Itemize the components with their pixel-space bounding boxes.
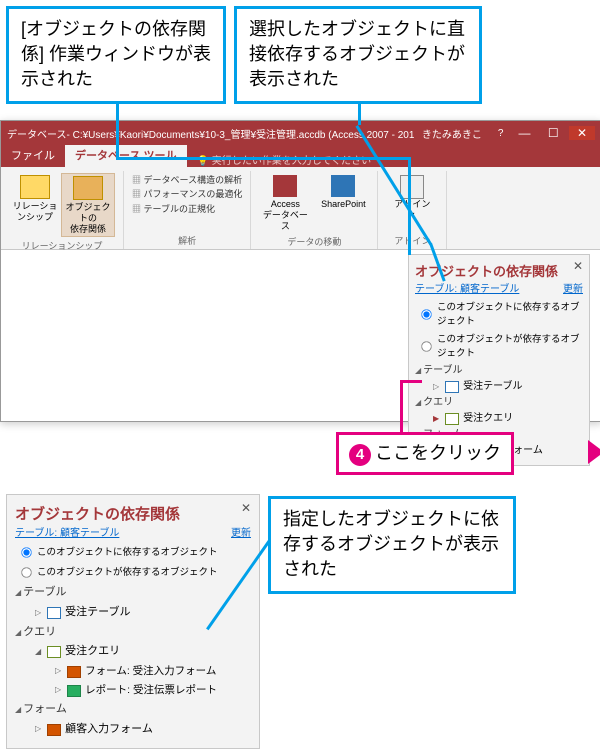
taskpane-close-icon[interactable]: ✕	[573, 259, 583, 273]
taskpane-title: オブジェクトの依存関係	[15, 503, 251, 524]
step-text: ここをクリック	[375, 443, 501, 463]
move-access-button[interactable]: Access データベース	[259, 173, 311, 233]
analyze-normalize[interactable]: テーブルの正規化	[132, 202, 242, 216]
taskpane-refresh-link[interactable]: 更新	[231, 524, 251, 539]
form-icon	[67, 666, 81, 678]
radio-input-1[interactable]	[21, 547, 31, 557]
query-icon	[445, 413, 459, 425]
step-callout-4: 4ここをクリック	[336, 432, 514, 475]
ribbon-tabstrip: ファイル データベース ツール 💡 実行したい作業を入力してください	[1, 145, 600, 167]
taskpane-object-link[interactable]: テーブル: 顧客テーブル	[415, 284, 519, 295]
radio-depends-on-this[interactable]: このオブジェクトに依存するオブジェクト	[15, 543, 251, 559]
taskpane-close-icon[interactable]: ✕	[241, 501, 251, 515]
callout-leader-1b	[116, 157, 411, 160]
dependency-tree-expanded: ◢テーブル ▷受注テーブル ◢クエリ ◢受注クエリ ▷フォーム: 受注入力フォー…	[15, 583, 251, 740]
ribbon-group-addin: アドイン ▾ アドイン	[378, 171, 447, 249]
tree-item-form[interactable]: ▷顧客入力フォーム	[35, 720, 251, 740]
tree-category-form: ◢フォーム	[15, 700, 251, 720]
taskpane-object-link[interactable]: テーブル: 顧客テーブル	[15, 528, 119, 539]
form-icon	[47, 724, 61, 736]
group-label-move: データの移動	[287, 235, 341, 248]
ribbon-group-analyze: データベース構造の解析 パフォーマンスの最適化 テーブルの正規化 解析	[124, 171, 251, 249]
radio-this-depends-on[interactable]: このオブジェクトが依存するオブジェクト	[15, 563, 251, 579]
callout-leader-1a	[116, 97, 119, 157]
group-label-relationships: リレーションシップ	[22, 239, 103, 252]
report-icon	[67, 685, 81, 697]
tree-item-table[interactable]: ▷受注テーブル	[433, 379, 583, 395]
step-number-badge: 4	[349, 444, 371, 466]
tree-subitem-form[interactable]: ▷フォーム: 受注入力フォーム	[55, 662, 251, 681]
taskpane-refresh-link[interactable]: 更新	[563, 280, 583, 295]
callout-text: 選択したオブジェクトに直接依存するオブジェクトが表示された	[249, 19, 465, 89]
window-user: きたみあきこ	[422, 126, 482, 141]
tree-category-query: ◢クエリ	[15, 623, 251, 643]
radio-input-2[interactable]	[421, 341, 431, 351]
callout-taskpane-shown: [オブジェクトの依存関係] 作業ウィンドウが表示された	[6, 6, 226, 104]
tree-item-query-expanded[interactable]: ◢受注クエリ	[35, 642, 251, 662]
ribbon-body: リレーションシップ オブジェクトの 依存関係 リレーションシップ データベース構…	[1, 167, 600, 250]
analyze-structure[interactable]: データベース構造の解析	[132, 173, 242, 187]
object-dependencies-button[interactable]: オブジェクトの 依存関係	[61, 173, 115, 237]
access-db-icon	[273, 175, 297, 197]
table-icon	[47, 607, 61, 619]
step-leader-4b	[400, 380, 422, 383]
query-icon	[47, 646, 61, 658]
continue-arrow-icon	[588, 440, 600, 464]
tree-category-query: ◢クエリ	[415, 395, 583, 411]
tree-category-table: ◢テーブル	[15, 583, 251, 603]
analyze-list: データベース構造の解析 パフォーマンスの最適化 テーブルの正規化	[132, 173, 242, 216]
group-label-analyze: 解析	[178, 234, 196, 247]
relationships-button[interactable]: リレーションシップ	[9, 173, 61, 237]
ribbon-group-relationships: リレーションシップ オブジェクトの 依存関係 リレーションシップ	[1, 171, 124, 249]
ribbon-group-move: Access データベース SharePoint データの移動	[251, 171, 378, 249]
tree-category-table: ◢テーブル	[415, 363, 583, 379]
maximize-button[interactable]: ☐	[540, 126, 566, 140]
radio-input-2[interactable]	[21, 567, 31, 577]
dependencies-taskpane-expanded: ✕ オブジェクトの依存関係 テーブル: 顧客テーブル 更新 このオブジェクトに依…	[6, 494, 260, 749]
window-title: データベース- C:¥Users¥Kaori¥Documents¥10-3_管理…	[7, 126, 414, 141]
callout-text: 指定したオブジェクトに依存するオブジェクトが表示された	[283, 509, 499, 579]
tree-item-query[interactable]: ▶受注クエリ	[433, 411, 583, 427]
step-leader-4a	[400, 380, 403, 432]
tree-subitem-report[interactable]: ▷レポート: 受注伝票レポート	[55, 681, 251, 700]
addin-icon	[400, 175, 424, 199]
window-buttons: ― ☐ ✕	[511, 126, 595, 140]
radio-depends-on-this[interactable]: このオブジェクトに依存するオブジェクト	[415, 299, 583, 327]
move-sharepoint-button[interactable]: SharePoint	[317, 173, 369, 233]
close-button[interactable]: ✕	[569, 126, 595, 140]
callout-direct-deps: 選択したオブジェクトに直接依存するオブジェクトが表示された	[234, 6, 482, 104]
relationships-icon	[20, 175, 50, 199]
table-icon	[445, 381, 459, 393]
callout-text: [オブジェクトの依存関係] 作業ウィンドウが表示された	[21, 19, 211, 89]
help-icon[interactable]: ?	[498, 128, 504, 139]
tab-database-tools[interactable]: データベース ツール	[65, 143, 187, 167]
radio-this-depends-on[interactable]: このオブジェクトが依存するオブジェクト	[415, 331, 583, 359]
dependencies-icon	[73, 176, 103, 200]
callout-expanded-deps: 指定したオブジェクトに依存するオブジェクトが表示された	[268, 496, 516, 594]
window-titlebar: データベース- C:¥Users¥Kaori¥Documents¥10-3_管理…	[1, 121, 600, 145]
analyze-performance[interactable]: パフォーマンスの最適化	[132, 187, 242, 201]
sharepoint-icon	[331, 175, 355, 197]
tab-file[interactable]: ファイル	[1, 143, 65, 167]
radio-input-1[interactable]	[421, 309, 431, 319]
minimize-button[interactable]: ―	[511, 126, 537, 140]
